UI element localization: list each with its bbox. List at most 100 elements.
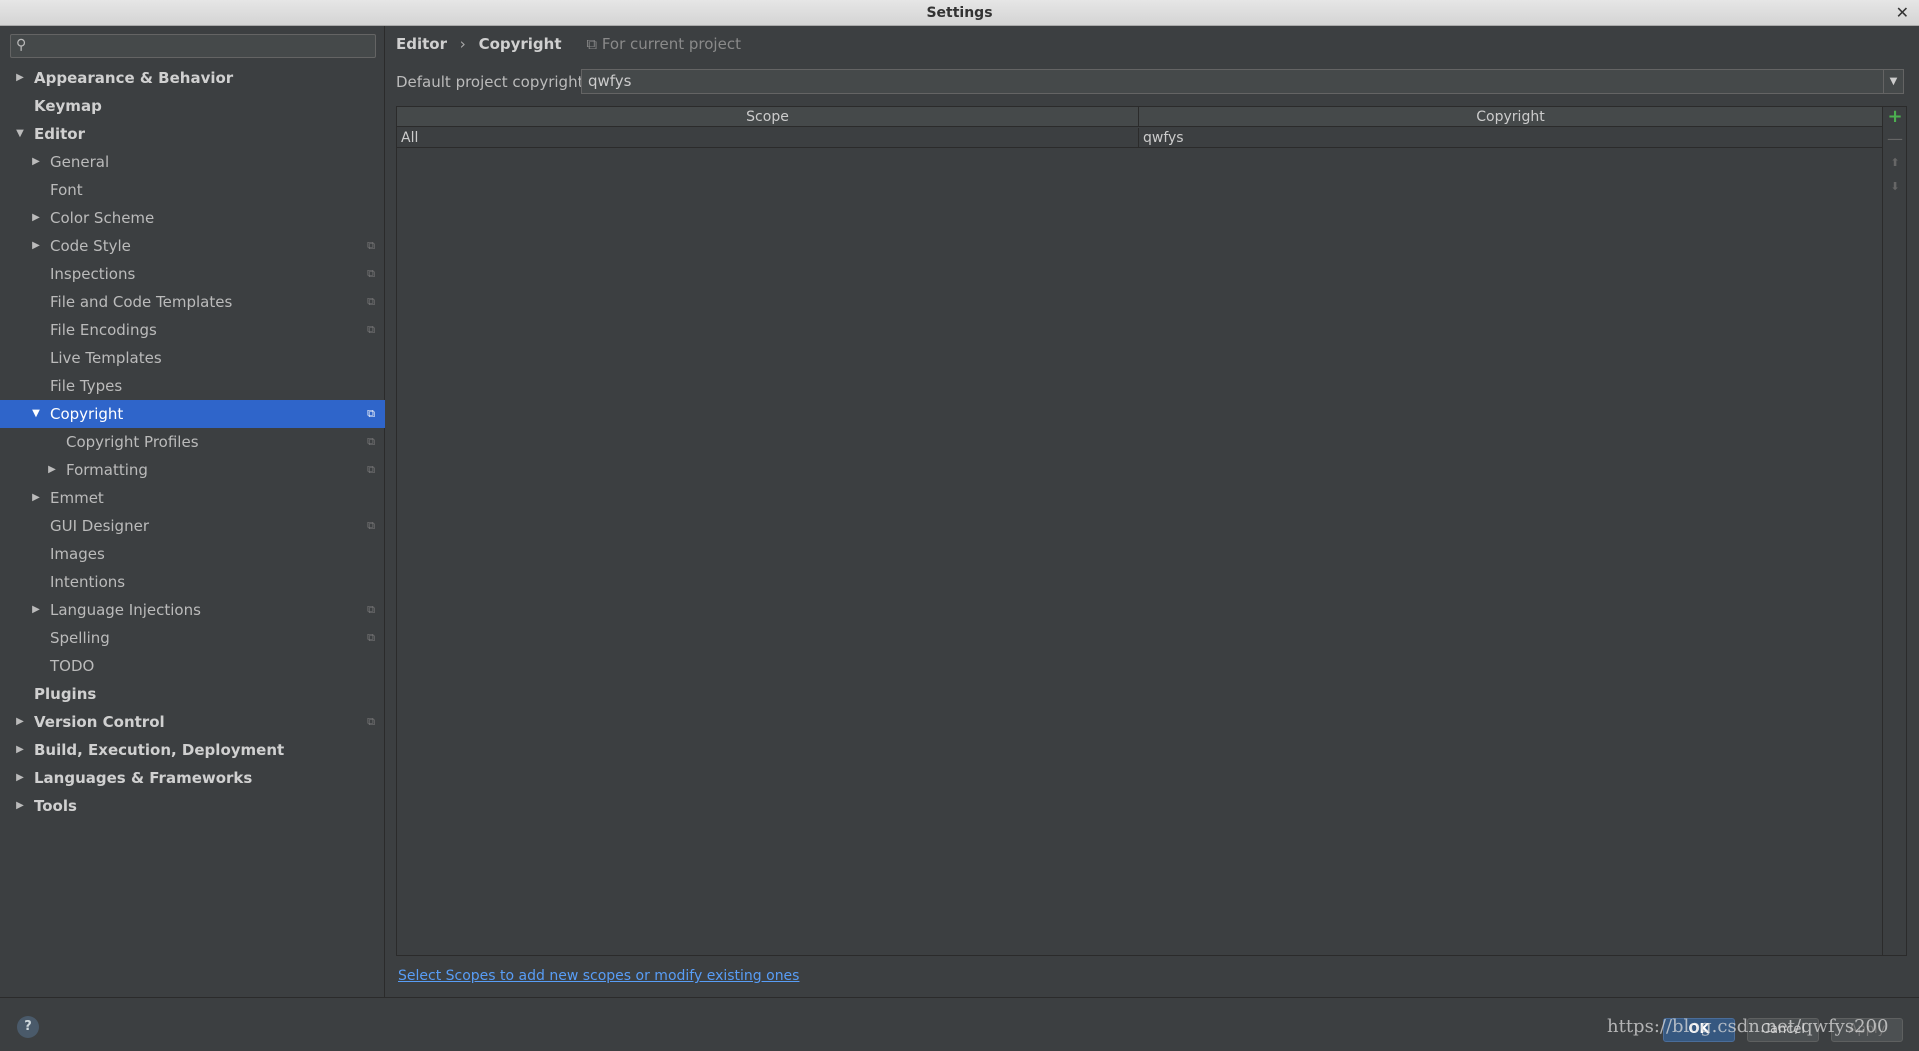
sidebar-item-languages-frameworks[interactable]: ▶ Languages & Frameworks	[0, 764, 385, 792]
table-cell-copyright[interactable]: qwfys	[1139, 128, 1882, 148]
help-icon[interactable]: ?	[17, 1016, 39, 1038]
chevron-right-icon[interactable]: ▶	[14, 792, 26, 820]
chevron-down-icon[interactable]: ▼	[30, 400, 42, 428]
project-scope-icon: ⧉	[367, 715, 375, 728]
default-copyright-label: Default project copyright:	[396, 73, 589, 91]
project-scope-icon: ⧉	[367, 295, 375, 308]
settings-sidebar: ⚲ ▶ Appearance & Behavior Keymap ▼ Editor ▶ Ge…	[0, 26, 385, 997]
sidebar-item-formatting[interactable]: ▶ Formatting ⧉	[0, 456, 385, 484]
sidebar-item-color-scheme[interactable]: ▶ Color Scheme	[0, 204, 385, 232]
project-scope-icon: ⧉	[367, 267, 375, 280]
sidebar-item-label: Version Control	[34, 713, 165, 731]
sidebar-item-font[interactable]: Font	[0, 176, 385, 204]
sidebar-item-live-templates[interactable]: Live Templates	[0, 344, 385, 372]
sidebar-item-label: Images	[50, 545, 105, 563]
sidebar-item-emmet[interactable]: ▶ Emmet	[0, 484, 385, 512]
sidebar-item-language-injections[interactable]: ▶ Language Injections ⧉	[0, 596, 385, 624]
select-scopes-link[interactable]: Select Scopes to add new scopes or modif…	[398, 968, 799, 984]
project-scope-icon: ⧉	[367, 407, 375, 420]
sidebar-item-general[interactable]: ▶ General	[0, 148, 385, 176]
project-scope-icon: ⧉	[367, 519, 375, 532]
sidebar-item-tools[interactable]: ▶ Tools	[0, 792, 385, 820]
scope-copyright-table: Scope Copyright All qwfys	[396, 106, 1883, 956]
project-scope-icon: ⧉	[367, 603, 375, 616]
sidebar-item-spelling[interactable]: Spelling ⧉	[0, 624, 385, 652]
project-scope-icon: ⧉	[367, 323, 375, 336]
table-header: Scope Copyright	[397, 107, 1882, 127]
table-cell-scope[interactable]: All	[397, 128, 1139, 148]
chevron-right-icon[interactable]: ▶	[46, 456, 58, 484]
sidebar-item-label: Code Style	[50, 237, 131, 255]
sidebar-item-file-encodings[interactable]: File Encodings ⧉	[0, 316, 385, 344]
sidebar-item-copyright[interactable]: ▼ Copyright ⧉	[0, 400, 385, 428]
sidebar-item-label: Editor	[34, 125, 85, 143]
sidebar-item-code-style[interactable]: ▶ Code Style ⧉	[0, 232, 385, 260]
sidebar-item-label: Build, Execution, Deployment	[34, 741, 285, 759]
search-input[interactable]: ⚲	[10, 34, 376, 58]
chevron-right-icon[interactable]: ▶	[30, 232, 42, 260]
chevron-right-icon[interactable]: ▶	[14, 64, 26, 92]
sidebar-item-label: File Encodings	[50, 321, 157, 339]
sidebar-item-label: File and Code Templates	[50, 293, 233, 311]
for-current-project: ⧉ For current project	[586, 35, 741, 53]
sidebar-item-copyright-profiles[interactable]: Copyright Profiles ⧉	[0, 428, 385, 456]
chevron-right-icon[interactable]: ▶	[30, 148, 42, 176]
chevron-down-icon[interactable]: ▼	[1883, 70, 1903, 93]
search-icon: ⚲	[16, 37, 27, 53]
sidebar-item-label: Inspections	[50, 265, 136, 283]
chevron-down-icon[interactable]: ▼	[14, 120, 26, 148]
for-current-project-label: For current project	[601, 35, 741, 53]
project-scope-icon: ⧉	[367, 631, 375, 644]
sidebar-item-appearance-behavior[interactable]: ▶ Appearance & Behavior	[0, 64, 385, 92]
move-up-icon[interactable]: ⬆	[1883, 153, 1907, 173]
move-down-icon[interactable]: ⬇	[1883, 177, 1907, 197]
default-copyright-value: qwfys	[588, 72, 632, 90]
sidebar-item-label: Live Templates	[50, 349, 162, 367]
column-header-copyright[interactable]: Copyright	[1139, 107, 1882, 127]
sidebar-item-version-control[interactable]: ▶ Version Control ⧉	[0, 708, 385, 736]
sidebar-item-label: Copyright	[50, 405, 124, 423]
remove-icon[interactable]: —	[1883, 129, 1907, 149]
sidebar-item-label: Font	[50, 181, 83, 199]
chevron-right-icon[interactable]: ▶	[30, 484, 42, 512]
project-scope-icon: ⧉	[367, 435, 375, 448]
project-scope-icon: ⧉	[367, 463, 375, 476]
sidebar-item-label: GUI Designer	[50, 517, 149, 535]
default-copyright-select[interactable]: qwfys ▼	[581, 69, 1904, 94]
close-icon[interactable]: ✕	[1896, 3, 1909, 22]
project-scope-icon: ⧉	[367, 239, 375, 252]
project-icon: ⧉	[586, 35, 598, 53]
sidebar-item-editor[interactable]: ▼ Editor	[0, 120, 385, 148]
chevron-right-icon[interactable]: ▶	[30, 596, 42, 624]
sidebar-item-plugins[interactable]: Plugins	[0, 680, 385, 708]
sidebar-item-label: Language Injections	[50, 601, 201, 619]
chevron-right-icon[interactable]: ▶	[14, 764, 26, 792]
sidebar-item-keymap[interactable]: Keymap	[0, 92, 385, 120]
sidebar-item-label: General	[50, 153, 110, 171]
chevron-right-icon[interactable]: ▶	[30, 204, 42, 232]
breadcrumb-current: Copyright	[478, 35, 562, 53]
dialog-footer: ? OK Cancel Apply https://blog.csdn.net/…	[0, 997, 1919, 1051]
sidebar-item-gui-designer[interactable]: GUI Designer ⧉	[0, 512, 385, 540]
sidebar-item-label: Intentions	[50, 573, 126, 591]
sidebar-item-todo[interactable]: TODO	[0, 652, 385, 680]
chevron-right-icon[interactable]: ▶	[14, 708, 26, 736]
column-header-scope[interactable]: Scope	[397, 107, 1139, 127]
sidebar-item-label: Formatting	[66, 461, 148, 479]
sidebar-item-images[interactable]: Images	[0, 540, 385, 568]
sidebar-item-label: Tools	[34, 797, 77, 815]
chevron-right-icon[interactable]: ▶	[14, 736, 26, 764]
sidebar-item-label: Languages & Frameworks	[34, 769, 253, 787]
table-toolbar: + — ⬆ ⬇	[1883, 106, 1907, 956]
sidebar-item-file-and-code-templates[interactable]: File and Code Templates ⧉	[0, 288, 385, 316]
sidebar-item-label: Appearance & Behavior	[34, 69, 234, 87]
sidebar-item-build-execution-deployment[interactable]: ▶ Build, Execution, Deployment	[0, 736, 385, 764]
sidebar-item-file-types[interactable]: File Types	[0, 372, 385, 400]
sidebar-item-label: TODO	[50, 657, 95, 675]
breadcrumb: Editor › Copyright ⧉ For current project	[396, 35, 741, 53]
add-icon[interactable]: +	[1883, 107, 1907, 127]
breadcrumb-parent: Editor	[396, 35, 447, 53]
sidebar-item-inspections[interactable]: Inspections ⧉	[0, 260, 385, 288]
sidebar-item-intentions[interactable]: Intentions	[0, 568, 385, 596]
table-row[interactable]: All qwfys	[397, 128, 1882, 148]
